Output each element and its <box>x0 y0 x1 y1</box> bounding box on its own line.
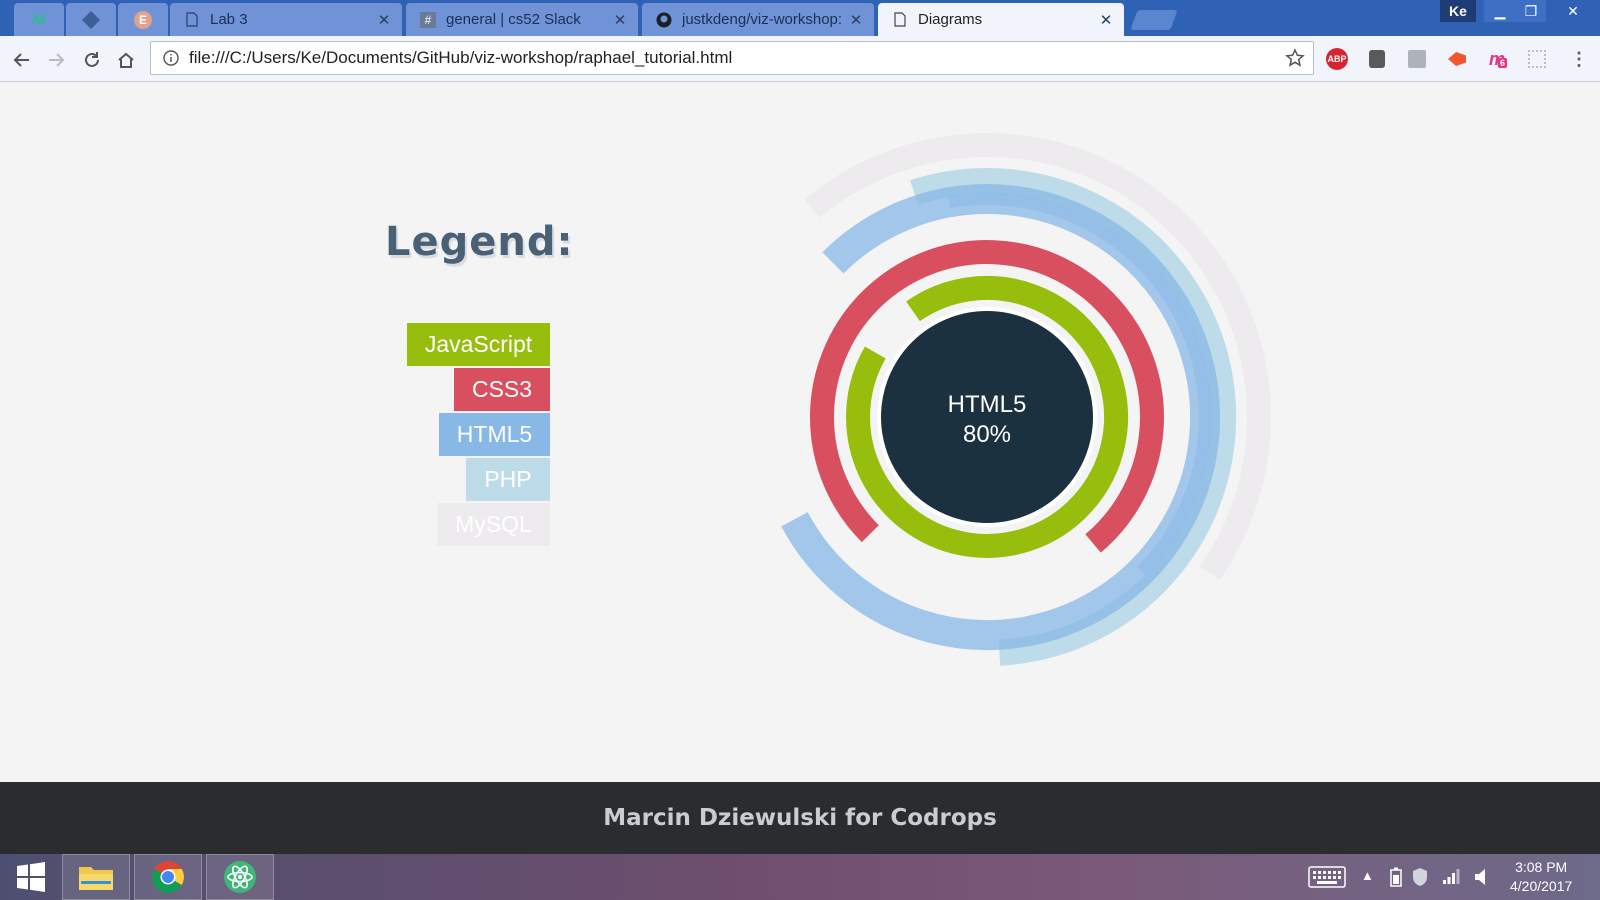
clock-time: 3:08 PM <box>1515 859 1568 875</box>
keyboard-icon[interactable] <box>1308 866 1346 891</box>
info-icon[interactable] <box>161 50 181 66</box>
page-footer: Marcin Dziewulski for Codrops <box>0 782 1600 854</box>
tab-title: justkdeng/viz-workshop: <box>682 11 843 28</box>
extension-glyph <box>1448 52 1466 66</box>
github-icon <box>656 12 672 28</box>
tab-github[interactable]: justkdeng/viz-workshop: ✕ <box>642 3 874 36</box>
adblock-label: ABP <box>1326 48 1348 70</box>
cube-icon <box>81 10 101 29</box>
extension-icon-4[interactable] <box>1446 48 1468 70</box>
shield-icon[interactable] <box>1412 867 1428 890</box>
windows-logo-icon <box>17 862 45 892</box>
adblock-icon[interactable]: ABP <box>1326 48 1348 70</box>
e-icon: E <box>134 10 152 29</box>
tab-title: Lab 3 <box>210 11 248 28</box>
center-label: HTML5 <box>948 391 1027 418</box>
minimize-button[interactable]: ▁ <box>1484 0 1516 22</box>
volume-icon[interactable] <box>1474 867 1490 890</box>
url-text: file:///C:/Users/Ke/Documents/GitHub/viz… <box>189 48 733 67</box>
menu-icon[interactable]: ⋮ <box>1568 48 1590 70</box>
extension-icon-5[interactable]: m 6 <box>1486 48 1508 70</box>
home-icon <box>118 52 134 68</box>
center-value: 80% <box>963 421 1011 448</box>
extension-icon-3[interactable] <box>1406 48 1428 70</box>
taskbar-chrome[interactable] <box>134 854 202 900</box>
taskbar-file-explorer[interactable] <box>62 854 130 900</box>
clock-date: 4/20/2017 <box>1510 878 1573 894</box>
battery-icon[interactable] <box>1390 867 1402 890</box>
page-content: Legend: JavaScript CSS3 HTML5 PHP MySQL … <box>0 82 1600 782</box>
browser-toolbar: file:///C:/Users/Ke/Documents/GitHub/viz… <box>0 36 1600 82</box>
forward-arrow-icon <box>49 53 65 67</box>
pinned-tab-1[interactable]: M <box>14 3 64 36</box>
taskbar-atom[interactable] <box>206 854 274 900</box>
tab-lab-3[interactable]: Lab 3 ✕ <box>170 3 402 36</box>
extension-icon-2[interactable] <box>1366 48 1388 70</box>
document-icon <box>892 12 908 28</box>
forward-button[interactable] <box>44 48 68 72</box>
taskbar-clock[interactable]: 3:08 PM 4/20/2017 <box>1510 858 1572 896</box>
slack-icon: # <box>420 11 436 28</box>
close-icon[interactable]: ✕ <box>376 11 392 29</box>
network-signal-icon[interactable] <box>1442 867 1460 888</box>
browser-tab-bar: M E Lab 3 ✕ # general | cs52 Slack ✕ jus… <box>0 0 1600 36</box>
profile-button[interactable]: Ke <box>1440 0 1476 22</box>
tab-diagrams[interactable]: Diagrams ✕ <box>878 3 1124 36</box>
start-button[interactable] <box>8 854 54 900</box>
document-icon <box>184 12 200 28</box>
extension-glyph <box>1528 50 1546 68</box>
extension-icon-6[interactable] <box>1526 48 1548 70</box>
extension-glyph <box>1369 50 1385 68</box>
badge-count: 6 <box>1498 58 1508 68</box>
reload-icon <box>85 52 99 67</box>
chrome-icon <box>152 861 184 893</box>
new-tab-button[interactable] <box>1130 10 1178 30</box>
address-bar[interactable]: file:///C:/Users/Ke/Documents/GitHub/viz… <box>150 41 1314 75</box>
windows-taskbar: ▲ 3:08 PM 4/20/2017 <box>0 854 1600 900</box>
reload-button[interactable] <box>80 48 104 72</box>
app-icon: M <box>32 11 46 28</box>
close-icon[interactable]: ✕ <box>612 11 628 29</box>
back-button[interactable] <box>10 48 34 72</box>
tab-slack[interactable]: # general | cs52 Slack ✕ <box>406 3 638 36</box>
minimize-icon: ▁ <box>1494 2 1506 19</box>
folder-icon <box>79 867 113 890</box>
close-icon: ✕ <box>1567 2 1579 19</box>
atom-icon <box>224 861 256 893</box>
close-window-button[interactable]: ✕ <box>1546 0 1600 22</box>
radial-diagram: HTML5 80% <box>781 133 1271 666</box>
extension-glyph <box>1408 50 1426 68</box>
show-hidden-icons-button[interactable]: ▲ <box>1361 868 1374 883</box>
home-button[interactable] <box>114 48 138 72</box>
tab-title: general | cs52 Slack <box>446 11 581 28</box>
back-arrow-icon <box>13 53 29 67</box>
tab-title: Diagrams <box>918 11 983 28</box>
restore-button[interactable]: ❐ <box>1516 0 1546 22</box>
pinned-tab-2[interactable] <box>66 3 116 36</box>
close-icon[interactable]: ✕ <box>1098 11 1114 29</box>
footer-credit: Marcin Dziewulski for Codrops <box>603 805 997 831</box>
pinned-tab-3[interactable]: E <box>118 3 168 36</box>
close-icon[interactable]: ✕ <box>848 11 864 29</box>
restore-icon: ❐ <box>1524 2 1538 19</box>
bookmark-star-icon[interactable] <box>1285 48 1305 73</box>
